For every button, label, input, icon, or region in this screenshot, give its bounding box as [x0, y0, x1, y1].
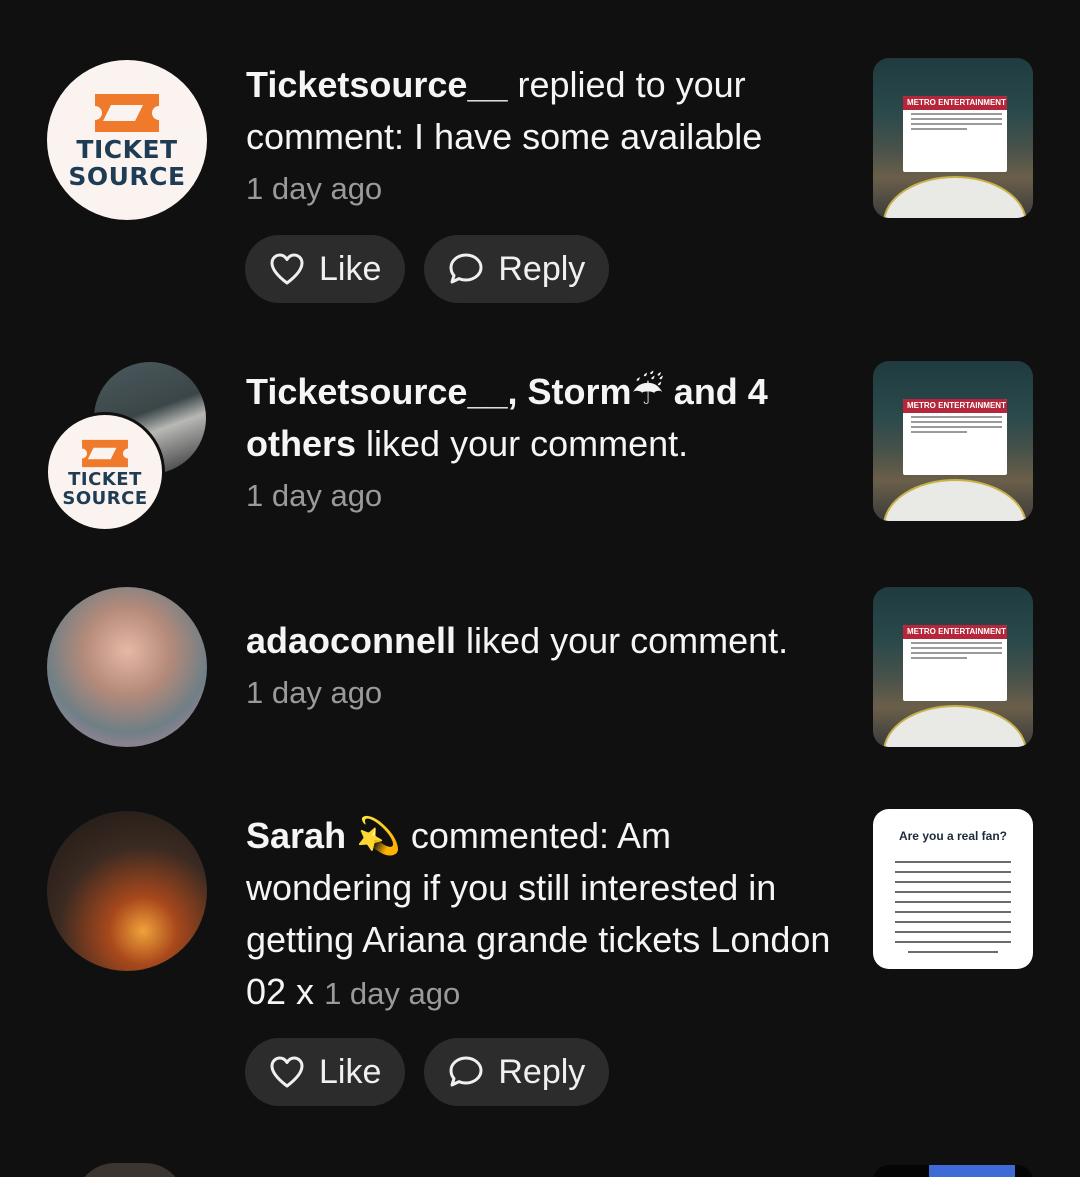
timestamp: 1 day ago: [324, 976, 461, 1011]
logo-text: SOURCE: [68, 162, 186, 191]
actor-name[interactable]: Ticketsource__: [246, 64, 508, 105]
news-card-image: METRO ENTERTAINMENT: [903, 399, 1007, 475]
avatar[interactable]: [47, 587, 207, 747]
speech-bubble-icon: [449, 1056, 483, 1087]
avatar[interactable]: [47, 811, 207, 971]
actor-names[interactable]: Ticketsource__, Storm: [246, 371, 632, 412]
avatar: TICKET SOURCE: [45, 412, 165, 532]
timestamp: 1 day ago: [246, 478, 383, 513]
post-thumbnail[interactable]: METRO ENTERTAINMENT: [873, 58, 1033, 218]
avatar[interactable]: [75, 1163, 185, 1177]
like-button[interactable]: Like: [245, 1038, 406, 1106]
reply-label: Reply: [498, 249, 586, 288]
timestamp: 1 day ago: [246, 171, 383, 206]
notification-message: liked your comment.: [456, 620, 789, 661]
post-thumbnail[interactable]: [873, 1165, 1033, 1177]
logo-text: TICKET: [68, 468, 142, 490]
heart-icon: [270, 1056, 304, 1088]
actor-name[interactable]: Sarah: [246, 815, 346, 856]
arena-dome-image: [883, 176, 1027, 218]
speech-bubble-icon: [449, 253, 483, 284]
avatar[interactable]: TICKET SOURCE: [47, 60, 207, 220]
logo-text: TICKET: [76, 135, 178, 164]
post-thumbnail[interactable]: METRO ENTERTAINMENT: [873, 587, 1033, 747]
thumbnail-header: METRO ENTERTAINMENT: [903, 399, 1007, 413]
ticket-icon: [95, 94, 159, 132]
thumbnail-title: Are you a real fan?: [898, 829, 1008, 843]
avatar-stack[interactable]: TICKET SOURCE: [45, 362, 209, 532]
like-label: Like: [319, 249, 382, 288]
reply-button[interactable]: Reply: [424, 1038, 610, 1106]
emoji: ☔: [631, 371, 664, 412]
news-card-image: METRO ENTERTAINMENT: [903, 96, 1007, 172]
post-thumbnail[interactable]: METRO ENTERTAINMENT: [873, 361, 1033, 521]
notification-text: Sarah 💫 commented: Am wondering if you s…: [246, 810, 846, 1020]
activity-feed: TICKET SOURCE Ticketsource__ replied to …: [0, 0, 1080, 1177]
arena-dome-image: [883, 479, 1027, 521]
thumbnail-header: METRO ENTERTAINMENT: [903, 625, 1007, 639]
logo-text: SOURCE: [62, 487, 148, 509]
notification-message: liked your comment.: [356, 423, 689, 464]
arena-dome-image: [883, 705, 1027, 747]
notification-text: adaoconnell liked your comment. 1 day ag…: [246, 615, 836, 719]
action-buttons: Like Reply: [245, 235, 610, 303]
timestamp: 1 day ago: [246, 675, 383, 710]
notification-text: Ticketsource__ replied to your comment: …: [246, 59, 836, 215]
news-card-image: METRO ENTERTAINMENT: [903, 625, 1007, 701]
notification-text: Ticketsource__, Storm☔ and 4 others like…: [246, 366, 836, 522]
ticket-icon: [82, 439, 128, 467]
reply-label: Reply: [498, 1052, 586, 1091]
heart-icon: [270, 253, 304, 285]
reply-button[interactable]: Reply: [424, 235, 610, 303]
action-buttons: Like Reply: [245, 1038, 610, 1106]
post-thumbnail[interactable]: Are you a real fan?: [873, 809, 1033, 969]
like-button[interactable]: Like: [245, 235, 406, 303]
actor-name[interactable]: adaoconnell: [246, 620, 456, 661]
emoji: 💫: [356, 815, 401, 856]
thumbnail-header: METRO ENTERTAINMENT: [903, 96, 1007, 110]
like-label: Like: [319, 1052, 382, 1091]
